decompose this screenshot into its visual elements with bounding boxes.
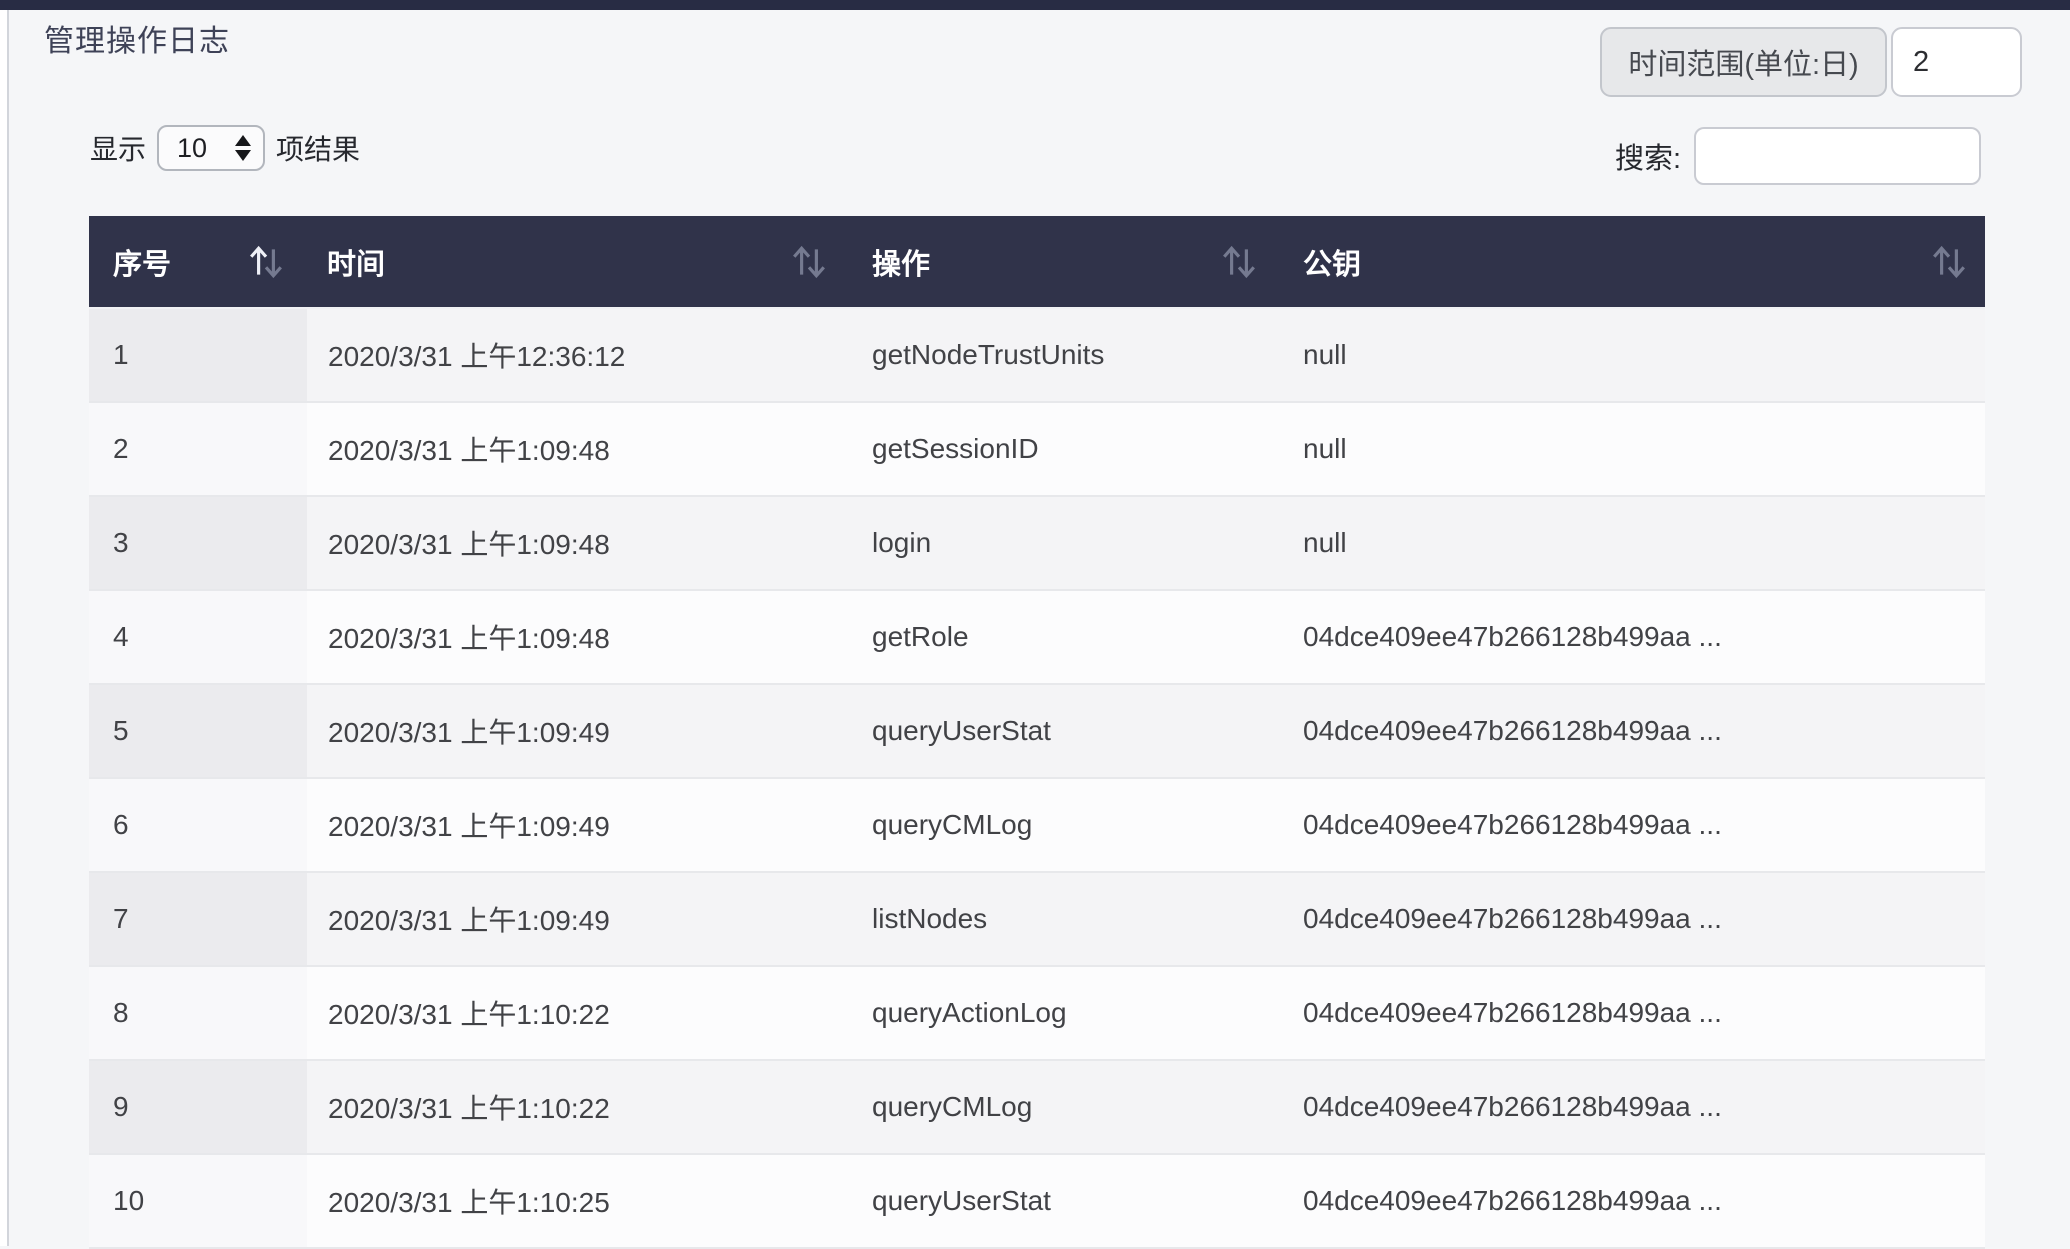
column-header-4[interactable]: 公钥 xyxy=(1287,216,1985,308)
cell-index: 5 xyxy=(89,684,307,778)
search-label: 搜索: xyxy=(1615,135,1681,177)
cell-index: 9 xyxy=(89,1060,307,1154)
column-header-1[interactable]: 序号 xyxy=(89,216,307,308)
sort-icon[interactable] xyxy=(791,243,827,281)
sort-icon[interactable] xyxy=(1931,243,1967,281)
page-size-select[interactable]: 10 xyxy=(157,125,265,171)
time-range-label: 时间范围(单位:日) xyxy=(1600,27,1887,97)
left-gutter xyxy=(0,10,7,1246)
table-row: 5 2020/3/31 上午1:09:49 queryUserStat 04dc… xyxy=(89,684,1985,778)
sort-icon[interactable] xyxy=(1221,243,1257,281)
table-row: 4 2020/3/31 上午1:09:48 getRole 04dce409ee… xyxy=(89,590,1985,684)
cell-time: 2020/3/31 上午1:09:49 xyxy=(307,778,857,872)
column-header-3[interactable]: 操作 xyxy=(857,216,1287,308)
cell-pubkey: null xyxy=(1287,402,1985,496)
cell-pubkey: 04dce409ee47b266128b499aa ... xyxy=(1287,684,1985,778)
cell-time: 2020/3/31 上午1:09:49 xyxy=(307,684,857,778)
search-input[interactable] xyxy=(1694,127,1981,185)
table-row: 7 2020/3/31 上午1:09:49 listNodes 04dce409… xyxy=(89,872,1985,966)
cell-index: 10 xyxy=(89,1154,307,1248)
search-controls: 搜索: xyxy=(1615,127,1981,185)
table-row: 6 2020/3/31 上午1:09:49 queryCMLog 04dce40… xyxy=(89,778,1985,872)
page-size-value: 10 xyxy=(177,133,207,164)
cell-action: queryCMLog xyxy=(857,778,1287,872)
table-row: 2 2020/3/31 上午1:09:48 getSessionID null xyxy=(89,402,1985,496)
table-body: 1 2020/3/31 上午12:36:12 getNodeTrustUnits… xyxy=(89,308,1985,1248)
table-row: 3 2020/3/31 上午1:09:48 login null xyxy=(89,496,1985,590)
table-header: 序号 时间 操作 公钥 xyxy=(89,216,1985,308)
cell-index: 7 xyxy=(89,872,307,966)
cell-action: listNodes xyxy=(857,872,1287,966)
column-header-label: 操作 xyxy=(872,241,930,283)
cell-time: 2020/3/31 上午1:09:49 xyxy=(307,872,857,966)
cell-pubkey: 04dce409ee47b266128b499aa ... xyxy=(1287,590,1985,684)
cell-pubkey: 04dce409ee47b266128b499aa ... xyxy=(1287,966,1985,1060)
cell-time: 2020/3/31 上午1:10:22 xyxy=(307,966,857,1060)
cell-pubkey: null xyxy=(1287,308,1985,402)
column-header-2[interactable]: 时间 xyxy=(307,216,857,308)
time-range-group: 时间范围(单位:日) xyxy=(1600,27,2022,97)
cell-index: 8 xyxy=(89,966,307,1060)
sort-icon[interactable] xyxy=(248,243,284,281)
cell-action: queryUserStat xyxy=(857,1154,1287,1248)
operation-log-table: 序号 时间 操作 公钥 xyxy=(89,216,1985,1249)
cell-action: getSessionID xyxy=(857,402,1287,496)
select-up-arrow-icon xyxy=(235,135,251,146)
cell-action: queryActionLog xyxy=(857,966,1287,1060)
cell-time: 2020/3/31 上午1:10:25 xyxy=(307,1154,857,1248)
time-range-value-input[interactable] xyxy=(1891,27,2022,97)
top-bar xyxy=(0,0,2070,10)
table-row: 10 2020/3/31 上午1:10:25 queryUserStat 04d… xyxy=(89,1154,1985,1248)
cell-action: queryUserStat xyxy=(857,684,1287,778)
cell-pubkey: 04dce409ee47b266128b499aa ... xyxy=(1287,778,1985,872)
cell-action: login xyxy=(857,496,1287,590)
cell-action: getNodeTrustUnits xyxy=(857,308,1287,402)
cell-action: queryCMLog xyxy=(857,1060,1287,1154)
results-label: 项结果 xyxy=(276,128,360,168)
cell-time: 2020/3/31 上午12:36:12 xyxy=(307,308,857,402)
cell-pubkey: 04dce409ee47b266128b499aa ... xyxy=(1287,1060,1985,1154)
cell-action: getRole xyxy=(857,590,1287,684)
select-down-arrow-icon xyxy=(235,150,251,161)
cell-time: 2020/3/31 上午1:09:48 xyxy=(307,590,857,684)
table-row: 8 2020/3/31 上午1:10:22 queryActionLog 04d… xyxy=(89,966,1985,1060)
table-row: 1 2020/3/31 上午12:36:12 getNodeTrustUnits… xyxy=(89,308,1985,402)
cell-index: 4 xyxy=(89,590,307,684)
select-spinner-icon xyxy=(235,135,251,161)
column-header-label: 序号 xyxy=(113,241,171,283)
cell-time: 2020/3/31 上午1:09:48 xyxy=(307,402,857,496)
page-size-controls: 显示 10 项结果 xyxy=(90,124,360,172)
cell-pubkey: 04dce409ee47b266128b499aa ... xyxy=(1287,872,1985,966)
column-header-label: 公钥 xyxy=(1303,241,1361,283)
cell-pubkey: null xyxy=(1287,496,1985,590)
cell-index: 3 xyxy=(89,496,307,590)
cell-index: 2 xyxy=(89,402,307,496)
cell-pubkey: 04dce409ee47b266128b499aa ... xyxy=(1287,1154,1985,1248)
cell-index: 6 xyxy=(89,778,307,872)
column-header-label: 时间 xyxy=(327,241,385,283)
table-row: 9 2020/3/31 上午1:10:22 queryCMLog 04dce40… xyxy=(89,1060,1985,1154)
cell-time: 2020/3/31 上午1:09:48 xyxy=(307,496,857,590)
page-title: 管理操作日志 xyxy=(44,16,230,60)
table-header-row: 序号 时间 操作 公钥 xyxy=(89,216,1985,308)
show-label: 显示 xyxy=(90,128,146,168)
left-panel-divider xyxy=(7,10,9,1246)
cell-index: 1 xyxy=(89,308,307,402)
cell-time: 2020/3/31 上午1:10:22 xyxy=(307,1060,857,1154)
